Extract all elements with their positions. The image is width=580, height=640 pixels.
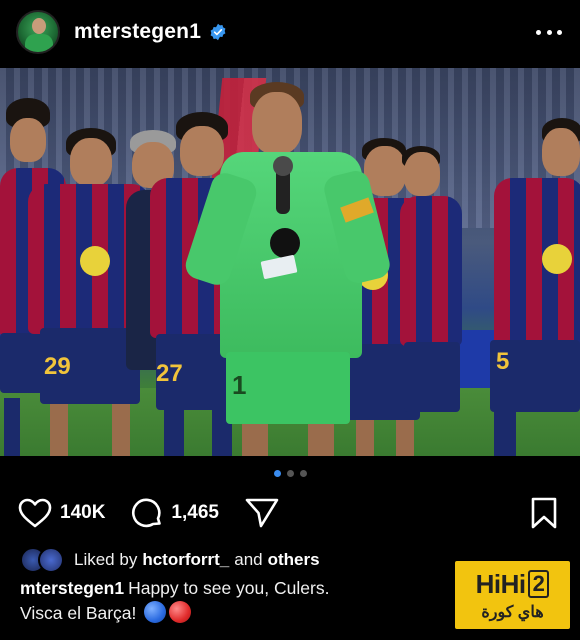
carousel-indicator	[0, 470, 580, 477]
send-icon	[245, 498, 279, 528]
caption-text-line1: Happy to see you, Culers.	[128, 578, 330, 598]
post-header: mterstegen1	[0, 0, 580, 64]
liker-avatars	[20, 547, 66, 573]
share-button[interactable]	[245, 497, 279, 529]
post-image[interactable]: 29 27 5 1	[0, 68, 580, 456]
sponsor-logo	[270, 228, 300, 258]
liked-by-others[interactable]: others	[268, 550, 320, 570]
blue-circle-emoji-icon	[144, 601, 167, 623]
verified-badge-icon	[209, 23, 227, 41]
more-options-icon[interactable]	[536, 20, 562, 44]
watermark-brand-text: HiHi	[475, 568, 527, 599]
avatar-body	[25, 34, 53, 52]
player	[400, 146, 466, 436]
watermark-brand: HiHi 2	[476, 569, 550, 600]
red-circle-emoji-icon	[169, 601, 192, 623]
more-dot	[557, 29, 562, 35]
comment-button[interactable]: 1,465	[131, 497, 219, 529]
carousel-dot	[299, 470, 307, 477]
like-button[interactable]: 140K	[18, 498, 105, 528]
liked-by-and: and	[234, 550, 263, 569]
watermark-brand-num: 2	[527, 570, 550, 598]
comment-bubble-icon	[132, 498, 162, 528]
save-button[interactable]	[530, 497, 558, 534]
bookmark-icon	[531, 497, 557, 529]
goalkeeper: 1	[182, 82, 393, 456]
heart-icon	[18, 498, 52, 528]
player: 5	[484, 118, 580, 456]
carousel-dot	[286, 470, 294, 477]
more-dot	[536, 29, 541, 35]
liked-by-user[interactable]: hctorforrt_	[142, 550, 229, 570]
action-bar: 140K 1,465	[18, 494, 305, 532]
more-dot	[546, 29, 552, 35]
watermark-arabic: هاي كورة	[481, 603, 544, 621]
caption-author[interactable]: mterstegen1	[20, 578, 124, 598]
caption-text-line2: Visca el Barça!	[20, 603, 137, 623]
username-link[interactable]: mterstegen1	[74, 20, 201, 44]
comments-count: 1,465	[171, 502, 219, 523]
liker-avatar	[38, 547, 64, 573]
post-caption: mterstegen1 Happy to see you, Culers. Vis…	[20, 576, 460, 626]
profile-avatar[interactable]	[16, 10, 60, 54]
liked-by-prefix: Liked by	[74, 550, 138, 569]
carousel-dot-active	[273, 470, 281, 477]
watermark-logo: HiHi 2 هاي كورة	[455, 561, 570, 629]
likes-count: 140K	[60, 502, 106, 523]
avatar-head	[32, 18, 46, 34]
liked-by-line[interactable]: Liked by hctorforrt_ and others	[20, 546, 325, 574]
